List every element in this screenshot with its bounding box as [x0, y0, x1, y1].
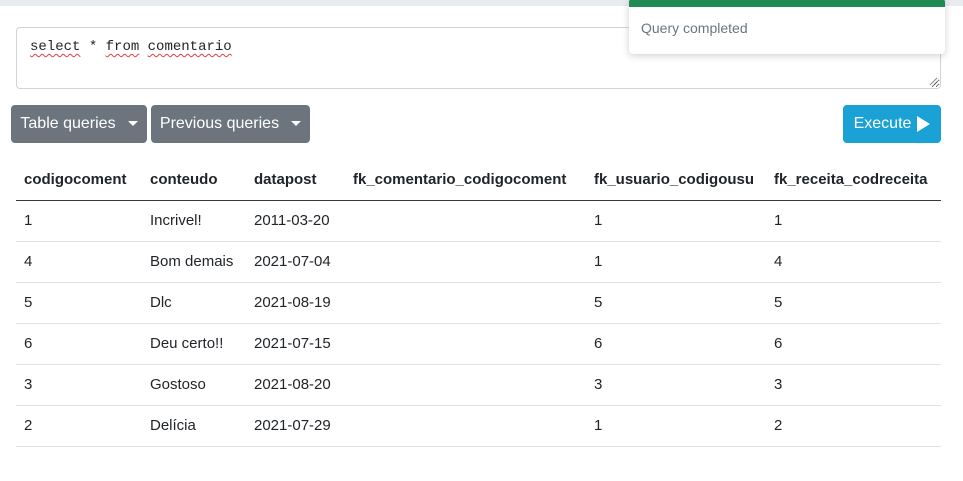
table-cell: Bom demais — [142, 241, 246, 283]
play-icon — [917, 116, 931, 132]
table-cell: 1 — [586, 405, 766, 447]
table-cell: Incrivel! — [142, 200, 246, 242]
query-table-name: comentario — [147, 39, 232, 55]
table-cell: 4 — [766, 241, 941, 283]
query-keyword-from: from — [105, 39, 140, 55]
results-body: 1 Incrivel! 2011-03-20 1 1 4 Bom demais 2021-07… — [16, 200, 941, 447]
resize-grip-icon[interactable] — [929, 77, 938, 86]
table-cell: 3 — [586, 364, 766, 406]
table-header-row: codigocoment conteudo datapost fk_coment… — [16, 159, 941, 201]
table-cell: 6 — [16, 323, 142, 365]
column-header: datapost — [246, 159, 345, 201]
toast-accent-bar — [629, 0, 945, 7]
column-header: fk_comentario_codigocoment — [345, 159, 586, 201]
table-cell: 2 — [766, 405, 941, 447]
toast-message: Query completed — [641, 20, 748, 36]
table-cell: 1 — [586, 241, 766, 283]
previous-queries-button[interactable]: Previous queries — [151, 105, 310, 143]
table-cell: 3 — [766, 364, 941, 406]
table-cell — [345, 241, 586, 283]
table-cell: 1 — [16, 200, 142, 242]
table-cell: 2021-07-15 — [246, 323, 345, 365]
table-cell — [345, 405, 586, 447]
table-cell: Gostoso — [142, 364, 246, 406]
table-cell: 5 — [766, 282, 941, 324]
table-cell: 2021-07-04 — [246, 241, 345, 283]
table-cell: 3 — [16, 364, 142, 406]
table-cell: 2021-08-19 — [246, 282, 345, 324]
table-cell: 2011-03-20 — [246, 200, 345, 242]
table-cell: 5 — [586, 282, 766, 324]
query-token-star: * — [80, 39, 106, 55]
table-cell — [345, 282, 586, 324]
table-cell: Deu certo!! — [142, 323, 246, 365]
table-row: 1 Incrivel! 2011-03-20 1 1 — [16, 200, 941, 242]
table-row: 2 Delícia 2021-07-29 1 2 — [16, 405, 941, 447]
query-token-space — [139, 39, 147, 55]
table-cell: 4 — [16, 241, 142, 283]
table-cell — [345, 364, 586, 406]
table-cell: 5 — [16, 282, 142, 324]
results-table: codigocoment conteudo datapost fk_coment… — [16, 159, 941, 447]
table-cell: 1 — [586, 200, 766, 242]
table-cell: 6 — [586, 323, 766, 365]
previous-queries-label: Previous queries — [159, 115, 280, 132]
table-cell: 1 — [766, 200, 941, 242]
table-cell — [345, 200, 586, 242]
table-cell: 2 — [16, 405, 142, 447]
table-cell: 6 — [766, 323, 941, 365]
column-header: codigocoment — [16, 159, 142, 201]
table-cell: Dlc — [142, 282, 246, 324]
table-row: 5 Dlc 2021-08-19 5 5 — [16, 282, 941, 324]
table-cell: Delícia — [142, 405, 246, 447]
table-queries-button[interactable]: Table queries — [11, 105, 147, 143]
table-cell — [345, 323, 586, 365]
table-row: 6 Deu certo!! 2021-07-15 6 6 — [16, 323, 941, 365]
caret-down-icon — [291, 120, 302, 126]
column-header: fk_receita_codreceita — [766, 159, 941, 201]
column-header: conteudo — [142, 159, 246, 201]
table-cell: 2021-07-29 — [246, 405, 345, 447]
query-keyword-select: select — [30, 39, 81, 55]
execute-button[interactable]: Execute — [843, 105, 941, 143]
table-queries-label: Table queries — [20, 115, 116, 132]
column-header: fk_usuario_codigousu — [586, 159, 766, 201]
caret-down-icon — [127, 120, 138, 126]
execute-label: Execute — [853, 115, 912, 132]
table-cell: 2021-08-20 — [246, 364, 345, 406]
table-row: 4 Bom demais 2021-07-04 1 4 — [16, 241, 941, 283]
toast-notification: Query completed — [629, 0, 945, 54]
table-row: 3 Gostoso 2021-08-20 3 3 — [16, 364, 941, 406]
